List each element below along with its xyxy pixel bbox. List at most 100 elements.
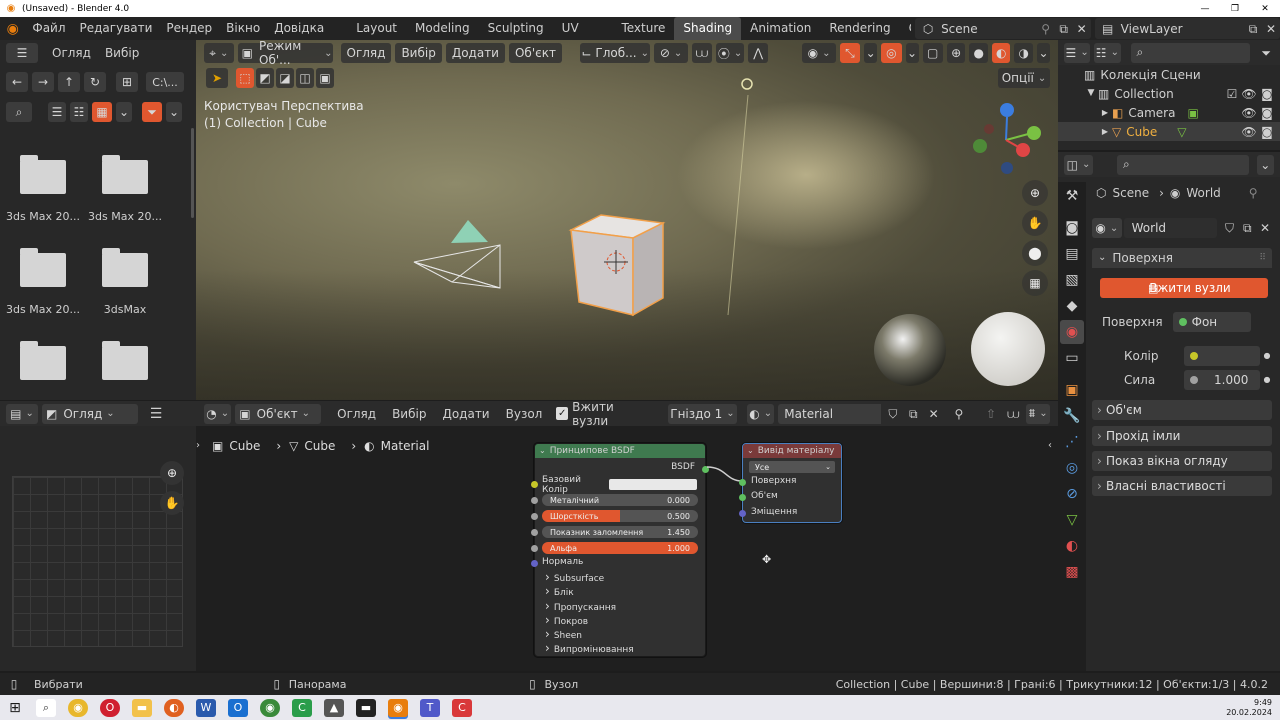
node-header[interactable]: ⌄ Вивід матеріалу bbox=[743, 444, 841, 458]
outliner-row-camera[interactable]: ▶ ◧ Camera ▣ 👁 ◙ bbox=[1058, 103, 1280, 122]
editor-type-icon[interactable]: ◫ bbox=[1064, 154, 1093, 175]
properties-search[interactable]: ⌕ bbox=[1116, 154, 1249, 175]
taskbar-explorer-icon[interactable]: ▬ bbox=[132, 698, 152, 717]
world-name-field[interactable]: World bbox=[1123, 218, 1217, 238]
navigation-gizmo[interactable] bbox=[973, 103, 1041, 174]
taskbar-opera-icon[interactable]: O bbox=[100, 698, 120, 717]
chevron-right-icon[interactable]: ▶ bbox=[1098, 108, 1112, 117]
scene-collection-row[interactable]: ▥ Колекція Сцени bbox=[1058, 65, 1280, 84]
object-tab-icon[interactable]: ▣ bbox=[1060, 378, 1084, 402]
socket-input[interactable] bbox=[739, 479, 746, 486]
uv-grid[interactable] bbox=[12, 476, 183, 647]
folder-icon[interactable] bbox=[20, 248, 66, 287]
tool-tab-icon[interactable]: ⚒ bbox=[1060, 184, 1084, 208]
chevron-right-icon[interactable]: ▶ bbox=[1098, 127, 1112, 136]
socket-input[interactable] bbox=[739, 510, 746, 517]
editor-type-icon[interactable]: ☰ bbox=[6, 43, 38, 63]
search-icon[interactable]: ⌕ bbox=[6, 102, 32, 122]
filebrowser-menu-select[interactable]: Вибір bbox=[105, 46, 139, 60]
folder-label[interactable]: 3dsMax bbox=[80, 303, 170, 316]
taskbar-search-icon[interactable]: ⌕ bbox=[36, 698, 56, 717]
folder-icon[interactable] bbox=[102, 248, 148, 287]
eye-icon[interactable]: 👁 bbox=[1240, 107, 1258, 119]
tab-shading[interactable]: Shading bbox=[674, 17, 742, 40]
display-mode-dropdown[interactable]: ☷ bbox=[1094, 42, 1121, 63]
pin-icon[interactable]: ⚲ bbox=[1037, 23, 1055, 35]
tab-modeling[interactable]: Modeling bbox=[406, 17, 479, 40]
panel-custom-properties[interactable]: Власні властивості bbox=[1092, 476, 1272, 496]
modifier-tab-icon[interactable]: 🔧 bbox=[1060, 404, 1084, 428]
new-scene-icon[interactable]: ⧉ bbox=[1055, 23, 1073, 35]
constraints-tab-icon[interactable]: ⊘ bbox=[1060, 482, 1084, 506]
keyframe-dot-icon[interactable]: ● bbox=[1260, 352, 1274, 360]
physics-tab-icon[interactable]: ◎ bbox=[1060, 456, 1084, 480]
material-tab-icon[interactable]: ◐ bbox=[1060, 534, 1084, 558]
particles-tab-icon[interactable]: ⋰ bbox=[1060, 430, 1084, 454]
pin-icon[interactable]: ⚲ bbox=[1249, 187, 1258, 199]
drag-handle-icon[interactable]: ⠿ bbox=[1259, 253, 1266, 263]
tab-compositing[interactable]: Com bbox=[900, 17, 911, 40]
eye-icon[interactable]: 👁 bbox=[1240, 126, 1258, 138]
chevron-down-icon[interactable]: ▼ bbox=[1084, 89, 1098, 98]
zoom-icon[interactable]: ⊕ bbox=[160, 461, 184, 485]
folder-icon[interactable] bbox=[102, 341, 148, 380]
camera-render-icon[interactable]: ◙ bbox=[1258, 126, 1276, 138]
color-field[interactable] bbox=[1184, 346, 1260, 366]
back-arrow-icon[interactable]: ← bbox=[6, 72, 28, 92]
parent-dir-icon[interactable]: ↑ bbox=[58, 72, 80, 92]
editor-type-icon[interactable]: ▤ bbox=[6, 403, 38, 424]
scrollbar[interactable] bbox=[191, 128, 194, 218]
surface-shader-field[interactable]: Фон bbox=[1172, 312, 1251, 332]
outliner-search[interactable]: ⌕ bbox=[1130, 42, 1251, 63]
filter-icon[interactable]: ⏷ bbox=[1258, 47, 1274, 59]
maximize-button[interactable]: ❐ bbox=[1220, 4, 1250, 14]
tab-sculpting[interactable]: Sculpting bbox=[479, 17, 553, 40]
menu-edit[interactable]: Редагувати bbox=[73, 17, 160, 40]
tab-rendering[interactable]: Rendering bbox=[820, 17, 899, 40]
viewlayer-icon[interactable]: ▤ bbox=[1095, 23, 1121, 35]
forward-arrow-icon[interactable]: → bbox=[32, 72, 54, 92]
taskbar-app-icon[interactable]: C bbox=[292, 698, 312, 717]
blender-menu-icon[interactable]: ◉ bbox=[0, 22, 25, 36]
sort-dropdown-icon[interactable]: ⌄ bbox=[116, 102, 132, 122]
collection-tab-icon[interactable]: ▭ bbox=[1060, 346, 1084, 370]
scene-icon[interactable]: ⬡ bbox=[915, 23, 941, 35]
options-dropdown-icon[interactable]: ⌄ bbox=[1256, 154, 1274, 175]
panel-viewport-display[interactable]: Показ вікна огляду bbox=[1092, 451, 1272, 471]
unlink-icon[interactable]: ✕ bbox=[1256, 222, 1274, 234]
viewlayer-tab-icon[interactable]: ▧ bbox=[1060, 268, 1084, 292]
filter-icon[interactable]: ⏷ bbox=[142, 102, 162, 122]
taskbar-clock[interactable]: 9:49 20.02.2024 bbox=[1226, 698, 1272, 718]
taskbar-terminal-icon[interactable]: ▬ bbox=[356, 698, 376, 717]
taskbar-blender-icon[interactable]: ◉ bbox=[388, 698, 408, 717]
render-tab-icon[interactable]: ◙ bbox=[1060, 216, 1084, 240]
camera-render-icon[interactable]: ◙ bbox=[1258, 107, 1276, 119]
taskbar-teams-icon[interactable]: T bbox=[420, 698, 440, 717]
fake-user-icon[interactable]: ⛉ bbox=[1221, 222, 1239, 234]
camera-render-icon[interactable]: ◙ bbox=[1258, 88, 1276, 100]
world-browse[interactable]: ◉ bbox=[1092, 218, 1122, 238]
chevron-down-icon[interactable]: ⌄ bbox=[747, 447, 754, 455]
menu-help[interactable]: Довідка bbox=[267, 17, 331, 40]
taskbar-chrome2-icon[interactable]: ◉ bbox=[260, 698, 280, 717]
outliner-row-collection[interactable]: ▼ ▥ Collection ☑ 👁 ◙ bbox=[1058, 84, 1280, 103]
strength-field[interactable]: 1.000 bbox=[1184, 370, 1260, 390]
remove-scene-icon[interactable]: ✕ bbox=[1073, 23, 1091, 35]
folder-icon[interactable] bbox=[20, 341, 66, 380]
new-viewlayer-icon[interactable]: ⧉ bbox=[1244, 23, 1262, 35]
pan-hand-icon[interactable]: ✋ bbox=[160, 491, 184, 515]
viewlayer-name[interactable]: ViewLayer bbox=[1121, 22, 1244, 36]
view-grid-icon[interactable]: ▦ bbox=[92, 102, 112, 122]
cube-object[interactable] bbox=[568, 214, 666, 317]
taskbar-inkscape-icon[interactable]: ▲ bbox=[324, 698, 344, 717]
zoom-icon[interactable]: ⊕ bbox=[1022, 180, 1048, 206]
windows-start-icon[interactable]: ⊞ bbox=[0, 701, 30, 715]
menu-file[interactable]: Файл bbox=[25, 17, 72, 40]
output-tab-icon[interactable]: ▤ bbox=[1060, 242, 1084, 266]
menu-window[interactable]: Вікно bbox=[219, 17, 267, 40]
socket-input[interactable] bbox=[739, 494, 746, 501]
camera-object[interactable] bbox=[413, 220, 501, 289]
checkbox-icon[interactable]: ☑ bbox=[1224, 88, 1240, 100]
taskbar-app2-icon[interactable]: C bbox=[452, 698, 472, 717]
view-thumbs-icon[interactable]: ☷ bbox=[70, 102, 88, 122]
